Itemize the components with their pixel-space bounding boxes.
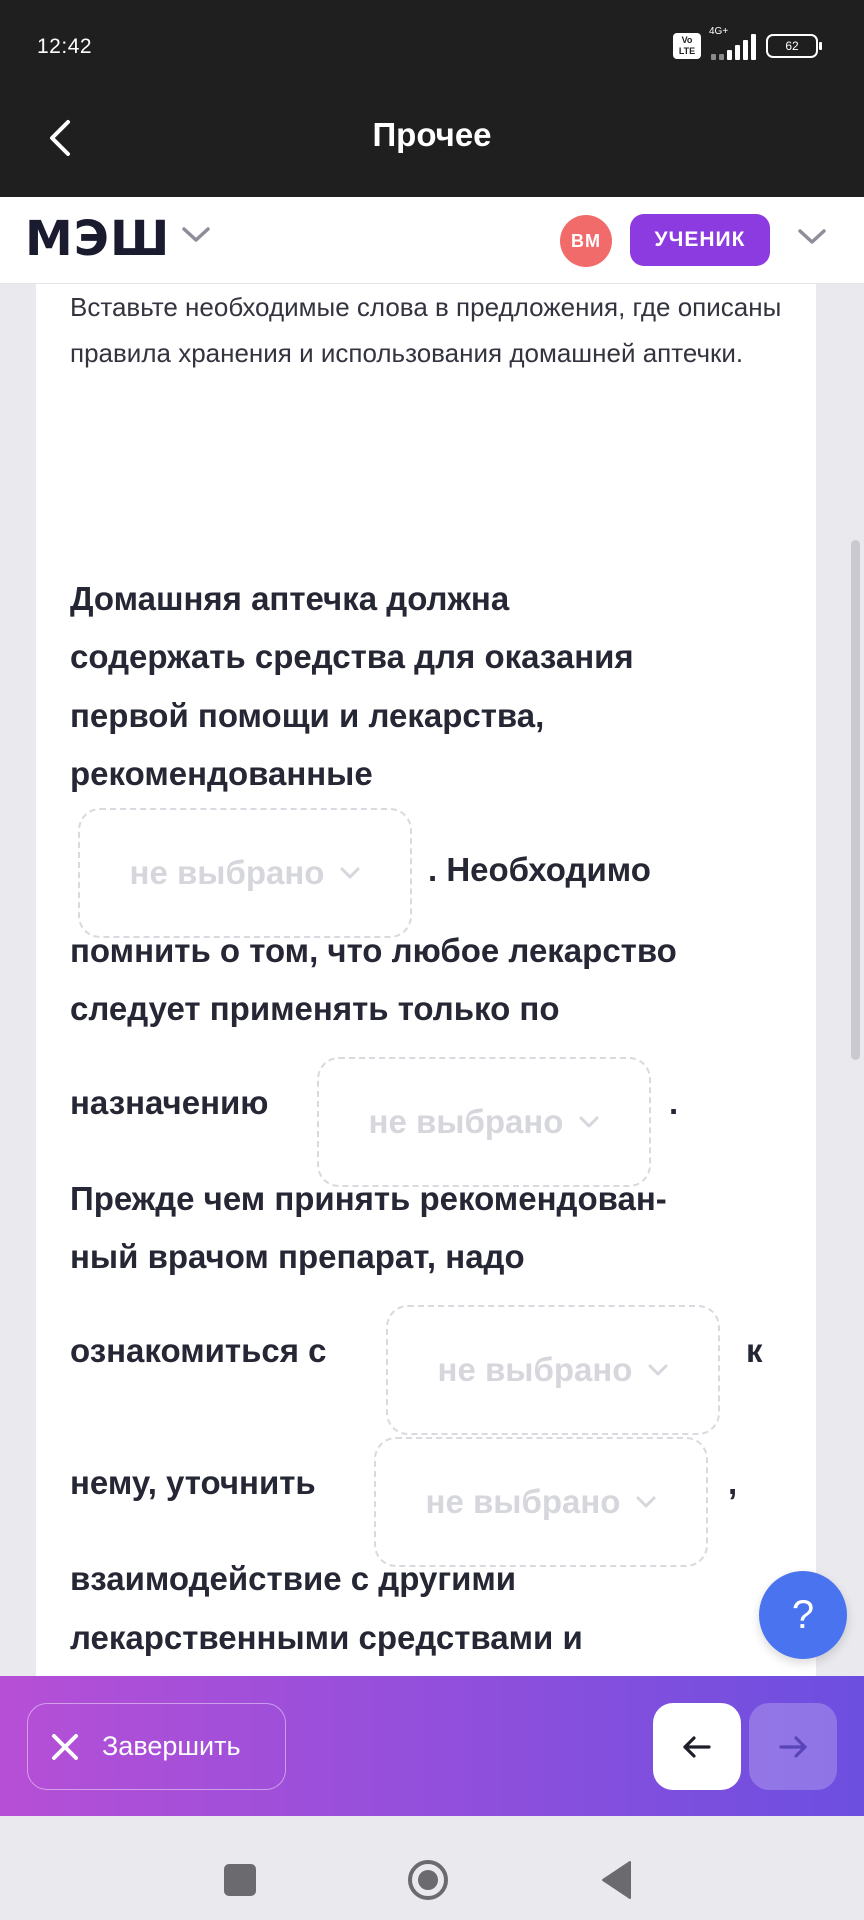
chevron-down-icon[interactable] — [180, 225, 212, 245]
arrow-left-icon — [683, 1735, 711, 1758]
battery-level: 62 — [785, 39, 799, 53]
recents-square-icon[interactable] — [224, 1864, 256, 1896]
app-header: МЭШ ВМ УЧЕНИК — [0, 197, 864, 284]
chevron-down-icon — [648, 1364, 668, 1376]
next-button[interactable] — [749, 1703, 837, 1790]
task-card: Вставьте необходимые слова в предложения… — [36, 284, 816, 1676]
task-line: лекарственными средствами и — [70, 1619, 583, 1656]
chevron-down-icon — [340, 867, 360, 879]
previous-button[interactable] — [653, 1703, 741, 1790]
task-line: . Необходимо — [428, 851, 651, 888]
answer-select-2[interactable]: не выбрано — [317, 1057, 651, 1187]
task-line: нему, уточнить — [70, 1464, 316, 1501]
select-value: не выбрано — [425, 1483, 621, 1520]
back-triangle-icon[interactable] — [600, 1860, 632, 1900]
status-time: 12:42 — [37, 35, 93, 58]
system-nav-bar — [0, 1816, 864, 1920]
arrow-right-icon — [779, 1735, 807, 1758]
task-line: первой помощи и лекарства, — [70, 697, 545, 734]
answer-select-4[interactable]: не выбрано — [374, 1437, 708, 1567]
chevron-down-icon[interactable] — [796, 227, 828, 247]
select-value: не выбрано — [129, 854, 325, 891]
task-line: Прежде чем принять рекомендован- — [70, 1180, 667, 1217]
status-icons: Vo LTE 4G+ 62 — [673, 26, 822, 62]
close-icon — [52, 1733, 78, 1760]
status-bar: 12:42 Vo LTE 4G+ 62 — [0, 0, 864, 92]
select-value: не выбрано — [437, 1351, 633, 1388]
finish-button[interactable]: Завершить — [27, 1703, 286, 1790]
network-type: 4G+ — [709, 26, 729, 37]
mesh-logo[interactable]: МЭШ — [25, 211, 170, 267]
help-button[interactable]: ? — [759, 1571, 847, 1659]
scrollbar[interactable] — [851, 540, 860, 1060]
volte-icon: Vo LTE — [673, 33, 701, 59]
bottom-action-bar: Завершить — [0, 1676, 864, 1816]
role-badge[interactable]: УЧЕНИК — [630, 214, 770, 266]
finish-label: Завершить — [102, 1731, 241, 1761]
page-title: Прочее — [372, 116, 492, 153]
task-line: ный врачом препарат, надо — [70, 1238, 525, 1275]
task-line: взаимодействие с другими — [70, 1560, 517, 1597]
task-line: . — [669, 1084, 679, 1121]
task-line: , — [728, 1464, 738, 1501]
task-line: назначению — [70, 1084, 269, 1121]
task-line: содержать средства для оказания — [70, 638, 634, 675]
avatar[interactable]: ВМ — [560, 215, 612, 267]
task-line: к — [746, 1332, 763, 1369]
chevron-down-icon — [579, 1116, 599, 1128]
task-line: помнить о том, что любое лекарство — [70, 932, 677, 969]
task-line: ознакомиться с — [70, 1332, 327, 1369]
answer-select-1[interactable]: не выбрано — [78, 808, 412, 938]
task-line: Домашняя аптечка должна — [70, 580, 510, 617]
task-line: рекомендованные — [70, 755, 373, 792]
select-value: не выбрано — [368, 1103, 564, 1140]
home-circle-icon[interactable] — [406, 1858, 450, 1902]
question-icon: ? — [791, 1592, 815, 1637]
chevron-down-icon — [636, 1496, 656, 1508]
answer-select-3[interactable]: не выбрано — [386, 1305, 720, 1435]
task-line: следует применять только по — [70, 990, 560, 1027]
signal-icon: 4G+ — [709, 26, 756, 60]
title-bar: Прочее — [0, 92, 864, 197]
battery-icon: 62 — [766, 34, 822, 58]
task-instruction: Вставьте необходимые слова в предложения… — [70, 292, 782, 368]
